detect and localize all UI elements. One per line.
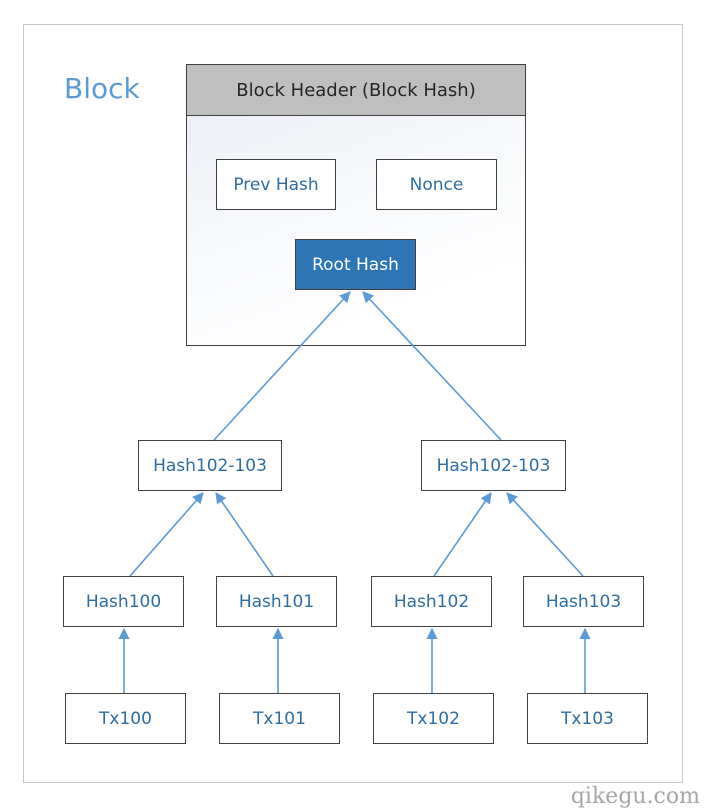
hash-leaf-node: Hash102 — [371, 576, 492, 627]
prev-hash-node: Prev Hash — [216, 159, 336, 210]
hash-pair-node-right: Hash102-103 — [421, 440, 566, 491]
transaction-node: Tx103 — [527, 693, 648, 744]
block-header-label: Block Header (Block Hash) — [187, 65, 525, 116]
transaction-node: Tx100 — [65, 693, 186, 744]
transaction-node: Tx101 — [219, 693, 340, 744]
transaction-node: Tx102 — [373, 693, 494, 744]
nonce-node: Nonce — [376, 159, 497, 210]
watermark: qikegu.com — [570, 784, 700, 809]
hash-leaf-node: Hash103 — [523, 576, 644, 627]
hash-pair-node-left: Hash102-103 — [138, 440, 282, 491]
hash-leaf-node: Hash100 — [63, 576, 184, 627]
root-hash-node: Root Hash — [295, 239, 416, 290]
hash-leaf-node: Hash101 — [216, 576, 337, 627]
block-title: Block — [64, 72, 140, 105]
